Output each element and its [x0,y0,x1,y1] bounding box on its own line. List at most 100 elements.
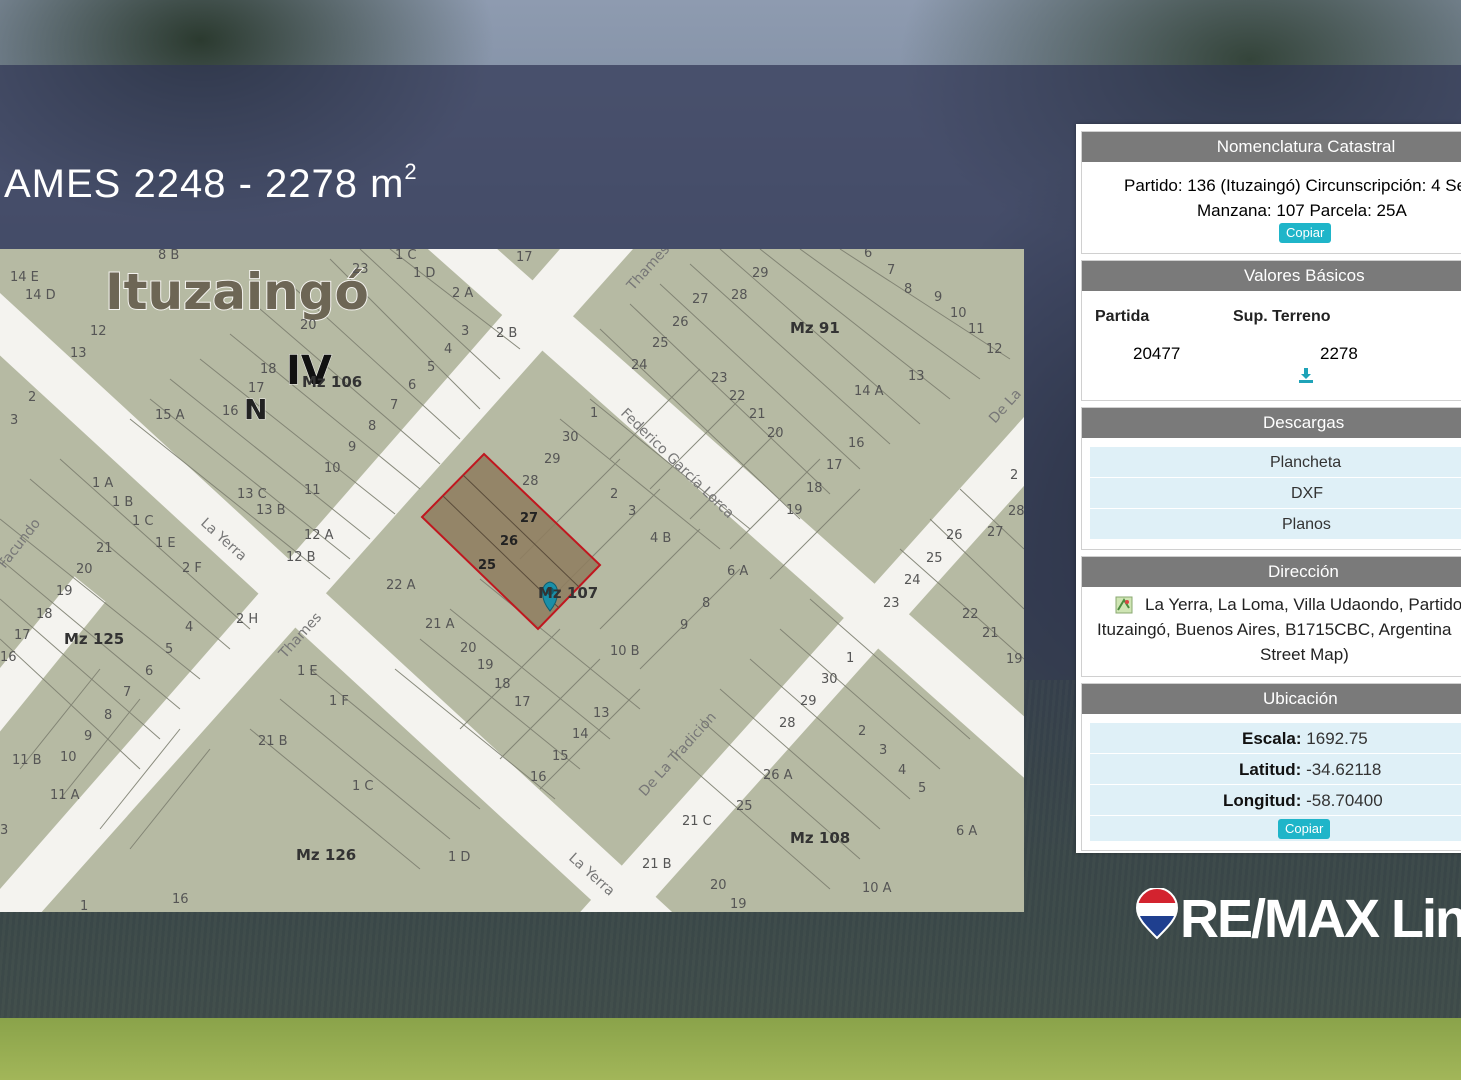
map-link-icon[interactable] [1115,596,1133,614]
ubicacion-latitud-value: -34.62118 [1306,760,1382,779]
svg-text:28: 28 [1008,504,1024,519]
panel-valores-header: Valores Básicos [1082,261,1461,291]
ubicacion-escala-row: Escala: 1692.75 [1090,722,1461,753]
svg-text:10: 10 [950,306,967,321]
copy-nomenclatura-button[interactable]: Copiar [1279,223,1332,243]
svg-text:11 A: 11 A [50,788,80,803]
svg-text:13: 13 [593,706,610,721]
svg-text:21 C: 21 C [682,814,712,829]
svg-text:1 B: 1 B [112,495,133,510]
label-parcel-25: 25 [478,558,496,573]
svg-text:20: 20 [300,318,317,333]
label-mz-107: Mz 107 [538,584,598,602]
svg-text:1: 1 [80,899,88,912]
valores-col-sup-terreno: Sup. Terreno [1233,308,1331,325]
svg-text:23: 23 [883,596,900,611]
ubicacion-escala-value: 1692.75 [1306,729,1368,748]
map-locality: Ituzaingó [105,263,369,321]
svg-text:11: 11 [304,483,321,498]
copy-ubicacion-button[interactable]: Copiar [1278,819,1331,839]
nomenclatura-line2: Manzana: 107 Parcela: 25A [1197,201,1407,220]
svg-text:3: 3 [879,743,887,758]
svg-text:14: 14 [572,727,589,742]
svg-text:8: 8 [368,419,376,434]
svg-text:19: 19 [730,897,747,912]
svg-text:12 B: 12 B [286,550,316,565]
svg-text:12: 12 [986,342,1003,357]
svg-text:5: 5 [918,781,926,796]
svg-text:12: 12 [90,324,107,339]
svg-text:11: 11 [968,322,985,337]
svg-text:20: 20 [460,641,477,656]
nomenclatura-line1: Partido: 136 (Ituzaingó) Circunscripción… [1124,176,1461,195]
descarga-dxf-link[interactable]: DXF [1090,477,1461,508]
svg-text:17: 17 [826,458,843,473]
bottom-grass [0,1018,1461,1080]
svg-text:9: 9 [934,290,942,305]
svg-text:1: 1 [846,651,854,666]
svg-text:10: 10 [324,461,341,476]
panel-descargas-header: Descargas [1082,408,1461,438]
svg-text:1 F: 1 F [329,694,349,709]
svg-text:13: 13 [70,346,87,361]
map-svg[interactable]: Ituzaingó IV N Mz 106 Mz 91 Mz 125 Mz 12… [0,249,1024,912]
property-title: AMES 2248 - 2278 m2 [4,158,418,206]
svg-text:26: 26 [946,528,963,543]
svg-text:24: 24 [904,573,921,588]
svg-text:21 B: 21 B [642,857,672,872]
label-parcel-26: 26 [500,534,518,549]
svg-text:6 A: 6 A [956,824,977,839]
svg-text:1: 1 [590,406,598,421]
svg-text:13 B: 13 B [256,503,286,518]
svg-text:17: 17 [514,695,531,710]
download-icon[interactable] [1297,366,1315,384]
label-parcel-27: 27 [520,511,538,526]
valores-sup-value: 2278 [1320,344,1358,363]
svg-text:2 H: 2 H [236,612,258,627]
svg-text:19: 19 [786,503,803,518]
ubicacion-longitud-row: Longitud: -58.70400 [1090,784,1461,815]
svg-text:21: 21 [96,541,113,556]
svg-text:7: 7 [123,685,131,700]
svg-text:20: 20 [76,562,93,577]
svg-text:25: 25 [652,336,669,351]
svg-text:1 A: 1 A [92,476,113,491]
svg-text:2: 2 [858,724,866,739]
panel-direccion: Dirección La Yerra, La Loma, Villa Udaon… [1081,556,1461,677]
panel-nomenclatura-header: Nomenclatura Catastral [1082,132,1461,162]
svg-text:6: 6 [864,249,872,261]
svg-text:14 E: 14 E [10,270,39,285]
svg-text:13: 13 [908,369,925,384]
svg-text:19: 19 [477,658,494,673]
svg-text:8: 8 [702,596,710,611]
svg-text:16: 16 [530,770,547,785]
valores-col-partida: Partida [1095,308,1150,325]
panel-nomenclatura: Nomenclatura Catastral Partido: 136 (Itu… [1081,131,1461,254]
svg-text:30: 30 [562,430,579,445]
svg-text:10 B: 10 B [610,644,640,659]
svg-text:18: 18 [260,362,277,377]
svg-text:21 B: 21 B [258,734,288,749]
svg-text:28: 28 [731,288,748,303]
map-section: N [244,393,267,426]
svg-text:22: 22 [962,607,979,622]
svg-text:1 C: 1 C [352,779,373,794]
svg-text:8: 8 [904,282,912,297]
descarga-plancheta-link[interactable]: Plancheta [1090,446,1461,477]
descarga-planos-link[interactable]: Planos [1090,508,1461,539]
svg-text:16: 16 [222,404,239,419]
svg-text:10: 10 [60,750,77,765]
svg-text:29: 29 [800,694,817,709]
svg-text:2 F: 2 F [182,561,202,576]
svg-text:25: 25 [736,799,753,814]
svg-text:5: 5 [165,642,173,657]
svg-text:3: 3 [10,413,18,428]
svg-text:18: 18 [36,607,53,622]
svg-text:10 A: 10 A [862,881,892,896]
direccion-line2: Ituzaingó, Buenos Aires, B1715CBC, Argen… [1097,620,1452,639]
svg-text:1 E: 1 E [297,664,318,679]
label-mz-91: Mz 91 [790,319,840,337]
svg-text:17: 17 [248,381,265,396]
cadastral-map[interactable]: Ituzaingó IV N Mz 106 Mz 91 Mz 125 Mz 12… [0,249,1024,912]
svg-text:25: 25 [926,551,943,566]
